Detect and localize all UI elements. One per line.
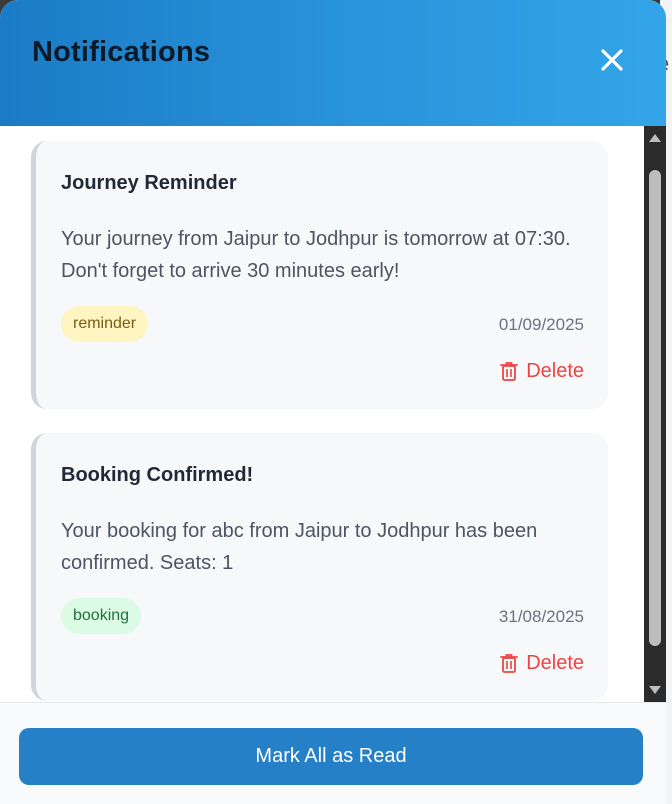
- notifications-modal: Notifications Journey Reminder Your jour…: [0, 0, 666, 804]
- modal-footer: Mark All as Read: [0, 702, 666, 804]
- scroll-down-arrow[interactable]: [644, 680, 666, 700]
- modal-title: Notifications: [32, 36, 211, 68]
- notification-date: 31/08/2025: [498, 607, 584, 626]
- notification-message: Your journey from Jaipur to Jodhpur is t…: [61, 228, 571, 282]
- triangle-up-icon: [649, 134, 661, 142]
- triangle-down-icon: [649, 686, 661, 694]
- scrollbar-thumb[interactable]: [649, 170, 661, 646]
- trash-icon: [500, 654, 519, 673]
- scroll-up-arrow[interactable]: [644, 128, 666, 148]
- notification-type-badge: booking: [61, 598, 142, 634]
- scrollbar[interactable]: [644, 126, 666, 702]
- trash-icon: [500, 362, 519, 381]
- close-button[interactable]: [596, 44, 628, 76]
- notification-type-badge: reminder: [61, 306, 149, 342]
- notification-title: Booking Confirmed!: [61, 464, 254, 486]
- mark-all-read-button[interactable]: Mark All as Read: [19, 728, 643, 785]
- delete-label: Delete: [526, 651, 584, 674]
- notification-message: Your booking for abc from Jaipur to Jodh…: [61, 520, 538, 574]
- modal-header: Notifications: [0, 0, 666, 126]
- delete-button[interactable]: Delete: [500, 649, 584, 677]
- delete-label: Delete: [526, 359, 584, 382]
- close-icon: [601, 49, 623, 71]
- notification-card: Booking Confirmed! Your booking for abc …: [31, 433, 608, 701]
- notification-card: Journey Reminder Your journey from Jaipu…: [31, 141, 608, 409]
- notification-title: Journey Reminder: [61, 172, 237, 194]
- notification-date: 01/09/2025: [498, 315, 584, 334]
- delete-button[interactable]: Delete: [500, 357, 584, 385]
- notification-list[interactable]: Journey Reminder Your journey from Jaipu…: [0, 126, 644, 702]
